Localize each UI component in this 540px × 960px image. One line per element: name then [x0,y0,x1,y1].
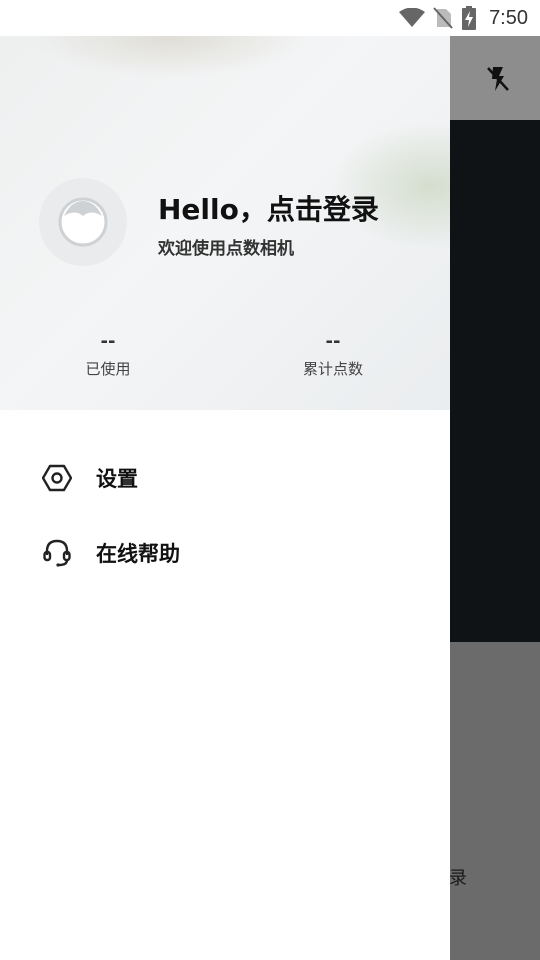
menu-item-online-help[interactable]: 在线帮助 [0,523,450,583]
status-bar: 7:50 [0,0,540,36]
headset-icon [42,538,72,568]
menu-item-online-help-label: 在线帮助 [96,542,180,566]
stat-total-points-label: 累计点数 [302,360,363,378]
flash-off-icon[interactable] [484,64,512,94]
menu-item-settings-label: 设置 [96,467,138,491]
status-time: 7:50 [489,6,528,29]
login-title[interactable]: Hello，点击登录 [158,188,379,228]
stat-total-points: -- 累计点数 [263,332,403,379]
menu-item-settings[interactable]: 设置 [0,448,450,508]
default-avatar-icon [58,197,108,247]
navigation-drawer: Hello，点击登录 欢迎使用点数相机 -- 已使用 -- 累计点数 设置 在线… [0,36,450,960]
bottom-partial-text: 录 [449,868,467,889]
wifi-icon [399,8,426,28]
stat-total-points-value: -- [325,331,341,352]
stat-used: -- 已使用 [38,332,178,379]
welcome-subtitle: 欢迎使用点数相机 [158,239,294,259]
avatar[interactable] [39,178,127,266]
no-sim-icon [433,7,453,29]
stat-used-value: -- [100,331,116,352]
battery-charging-icon [461,6,477,30]
settings-icon [42,463,72,493]
drawer-header: Hello，点击登录 欢迎使用点数相机 -- 已使用 -- 累计点数 [0,36,450,410]
stat-used-label: 已使用 [85,360,131,378]
